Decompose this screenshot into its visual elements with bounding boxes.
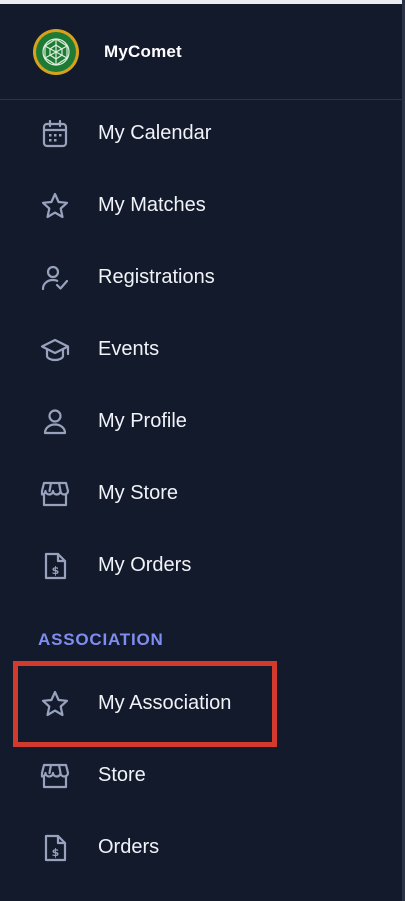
nav-item-label: Store: [98, 764, 146, 786]
nav-item-my-matches[interactable]: My Matches: [0, 169, 402, 241]
store-icon: [40, 761, 70, 791]
invoice-icon: $: [40, 551, 70, 581]
nav-item-orders[interactable]: $ Orders: [0, 811, 402, 883]
star-icon: [40, 191, 70, 221]
globe-network-logo-icon[interactable]: [32, 28, 80, 76]
nav-item-label: Events: [98, 338, 160, 360]
svg-text:$: $: [52, 846, 60, 859]
nav-item-registrations[interactable]: Registrations: [0, 241, 402, 313]
nav-item-my-orders[interactable]: $ My Orders: [0, 529, 402, 601]
calendar-icon: [40, 119, 70, 149]
brand-name[interactable]: MyComet: [104, 42, 182, 62]
sidebar-header: MyComet: [0, 4, 402, 100]
nav-item-label: Orders: [98, 836, 160, 858]
nav-item-my-store[interactable]: My Store: [0, 457, 402, 529]
store-icon: [40, 479, 70, 509]
svg-text:$: $: [52, 564, 60, 577]
nav-item-store[interactable]: Store: [0, 739, 402, 811]
nav-item-label: My Profile: [98, 410, 187, 432]
nav-item-label: My Matches: [98, 194, 206, 216]
user-check-icon: [40, 263, 70, 293]
nav-item-label: My Calendar: [98, 122, 212, 144]
association-section-title: ASSOCIATION: [38, 630, 164, 649]
nav-item-my-calendar[interactable]: My Calendar: [0, 97, 402, 169]
user-icon: [40, 407, 70, 437]
graduation-cap-icon: [40, 335, 70, 365]
highlight-box: [13, 661, 277, 747]
invoice-icon: $: [40, 833, 70, 863]
nav-item-label: Registrations: [98, 266, 215, 288]
nav-item-my-profile[interactable]: My Profile: [0, 385, 402, 457]
nav-item-events[interactable]: Events: [0, 313, 402, 385]
nav-item-label: My Store: [98, 482, 179, 504]
nav-item-label: My Orders: [98, 554, 192, 576]
